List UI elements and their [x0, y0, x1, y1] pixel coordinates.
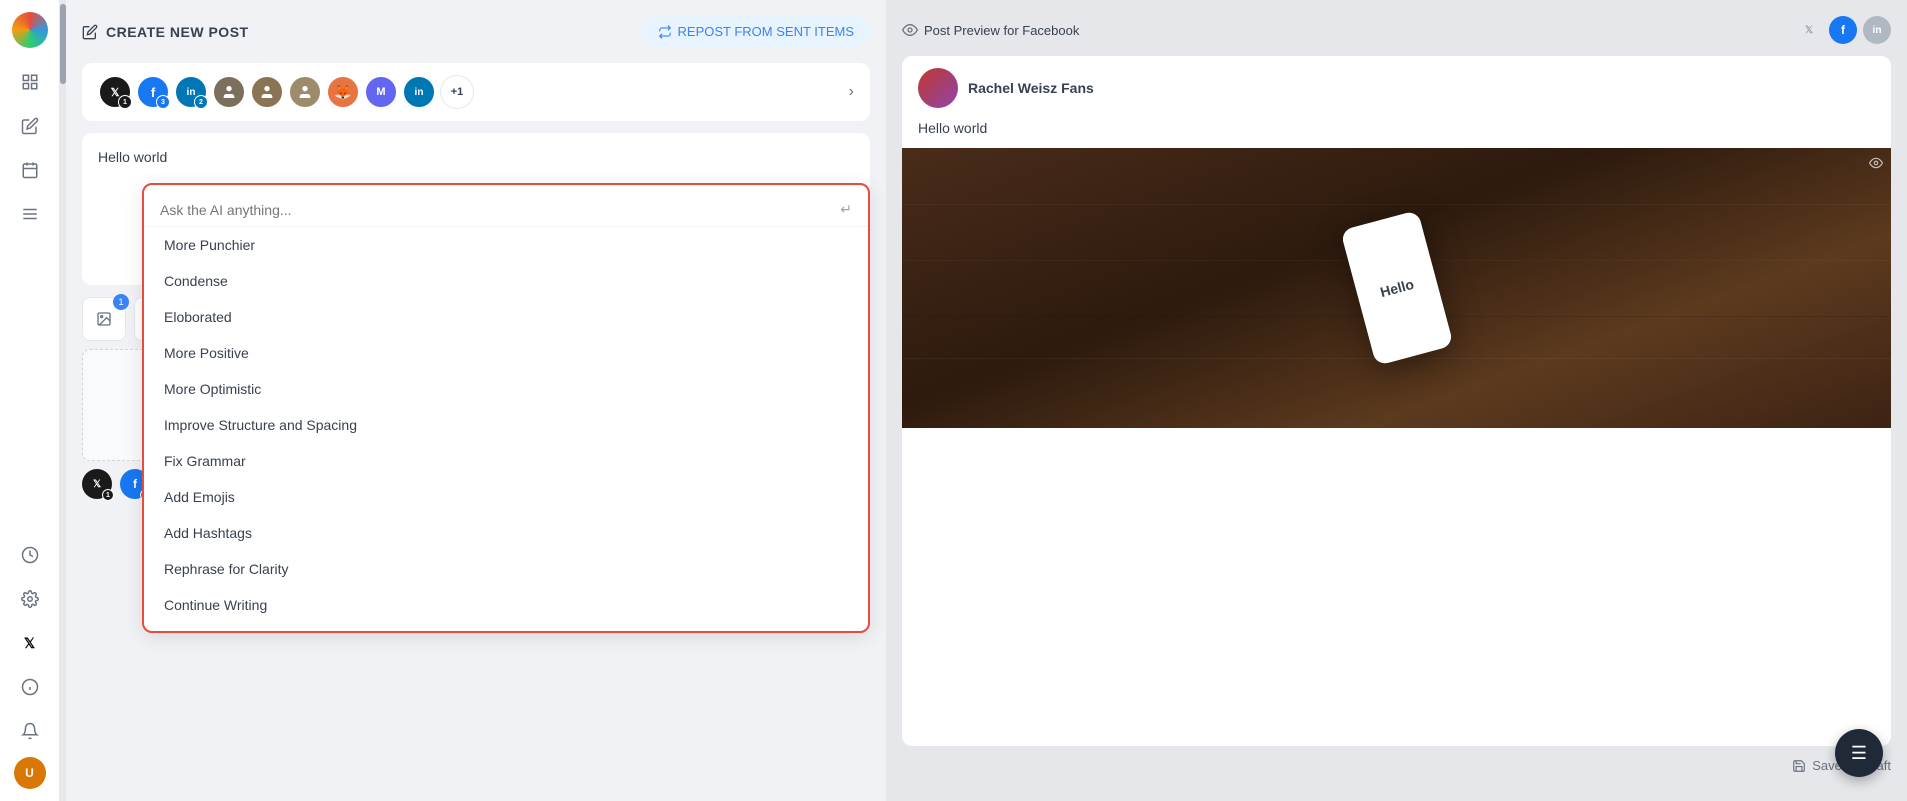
sidebar-item-feed[interactable] — [12, 196, 48, 232]
fab-button[interactable]: ☰ — [1835, 729, 1883, 777]
facebook-preview-card: Rachel Weisz Fans Hello world Hello — [902, 56, 1891, 746]
repost-button[interactable]: REPOST FROM SENT ITEMS — [642, 16, 870, 47]
preview-title: Post Preview for Facebook — [902, 22, 1079, 38]
ai-menu-item-add-hashtags[interactable]: Add Hashtags — [144, 515, 868, 551]
sidebar-item-history[interactable] — [12, 537, 48, 573]
sidebar-item-dashboard[interactable] — [12, 64, 48, 100]
sidebar-item-notifications[interactable] — [12, 713, 48, 749]
fb-page-name: Rachel Weisz Fans — [968, 80, 1094, 96]
image-badge: 1 — [113, 294, 129, 310]
image-upload-button[interactable]: 1 — [82, 297, 126, 341]
ai-search-input[interactable] — [160, 202, 832, 218]
ai-menu-item-more-positive[interactable]: More Positive — [144, 335, 868, 371]
save-icon — [1792, 759, 1806, 773]
fb-card-header: Rachel Weisz Fans — [902, 56, 1891, 120]
ai-search-row: ↵ — [144, 193, 868, 227]
user-avatar[interactable]: U — [14, 757, 46, 789]
ai-menu-item-add-emojis[interactable]: Add Emojis — [144, 479, 868, 515]
save-draft-row: Save as Draft — [902, 746, 1891, 785]
sidebar-item-calendar[interactable] — [12, 152, 48, 188]
person-icon — [221, 84, 237, 100]
post-editor: Hello world ✦ AI # 🙂 ↵ More Punchier Con… — [82, 133, 870, 285]
sidebar-item-create[interactable] — [12, 108, 48, 144]
ai-menu-item-continue-writing[interactable]: Continue Writing — [144, 587, 868, 623]
sidebar-bottom: 𝕏 U — [12, 537, 48, 789]
fb-post-text: Hello world — [902, 120, 1891, 148]
account-more[interactable]: +1 — [440, 75, 474, 109]
account-x[interactable]: 𝕏 1 — [98, 75, 132, 109]
account-linkedin2[interactable]: in — [402, 75, 436, 109]
preview-facebook-icon[interactable]: f — [1829, 16, 1857, 44]
enter-icon: ↵ — [840, 201, 852, 218]
person-icon2 — [259, 84, 275, 100]
edit-title-icon — [82, 24, 98, 40]
preview-linkedin-icon[interactable]: in — [1863, 16, 1891, 44]
ai-menu-item-fix-grammar[interactable]: Fix Grammar — [144, 443, 868, 479]
sidebar-item-settings[interactable] — [12, 581, 48, 617]
left-panel: CREATE NEW POST REPOST FROM SENT ITEMS 𝕏… — [66, 0, 886, 801]
bottom-account-x[interactable]: 𝕏 1 — [82, 469, 112, 499]
account-photo2[interactable] — [250, 75, 284, 109]
preview-x-icon[interactable]: 𝕏 — [1795, 16, 1823, 44]
page-title: CREATE NEW POST — [82, 24, 249, 40]
right-panel: Post Preview for Facebook 𝕏 f in Rachel … — [886, 0, 1907, 801]
repost-icon — [658, 25, 672, 39]
preview-social-icons: 𝕏 f in — [1795, 16, 1891, 44]
app-logo[interactable] — [12, 12, 48, 48]
ai-menu-item-elaborated[interactable]: Eloborated — [144, 299, 868, 335]
grain1 — [902, 204, 1891, 205]
ai-menu-item-more-punchier[interactable]: More Punchier — [144, 227, 868, 263]
ai-menu-item-condense[interactable]: Condense — [144, 263, 868, 299]
ai-menu-item-rephrase[interactable]: Rephrase for Clarity — [144, 551, 868, 587]
sidebar-item-twitter[interactable]: 𝕏 — [12, 625, 48, 661]
account-selector: 𝕏 1 f 3 in 2 — [82, 63, 870, 121]
image-icon — [96, 311, 112, 327]
create-header: CREATE NEW POST REPOST FROM SENT ITEMS — [82, 16, 870, 47]
person-icon3 — [297, 84, 313, 100]
account-avatars-list: 𝕏 1 f 3 in 2 — [98, 75, 841, 109]
fb-post-image: Hello — [902, 148, 1891, 428]
eye-icon — [902, 22, 918, 38]
sidebar-item-info[interactable] — [12, 669, 48, 705]
accounts-expand-button[interactable]: › — [849, 83, 854, 101]
account-m[interactable]: M — [364, 75, 398, 109]
account-photo1[interactable] — [212, 75, 246, 109]
account-photo3[interactable] — [288, 75, 322, 109]
ai-dropdown: ↵ More Punchier Condense Eloborated More… — [142, 183, 870, 633]
sidebar: 𝕏 U — [0, 0, 60, 801]
preview-eye-icon — [1869, 156, 1883, 173]
ai-menu-item-improve-structure[interactable]: Improve Structure and Spacing — [144, 407, 868, 443]
account-linkedin[interactable]: in 2 — [174, 75, 208, 109]
preview-header: Post Preview for Facebook 𝕏 f in — [902, 16, 1891, 44]
fb-page-avatar — [918, 68, 958, 108]
account-facebook[interactable]: f 3 — [136, 75, 170, 109]
ai-menu-item-more-optimistic[interactable]: More Optimistic — [144, 371, 868, 407]
account-fox[interactable]: 🦊 — [326, 75, 360, 109]
